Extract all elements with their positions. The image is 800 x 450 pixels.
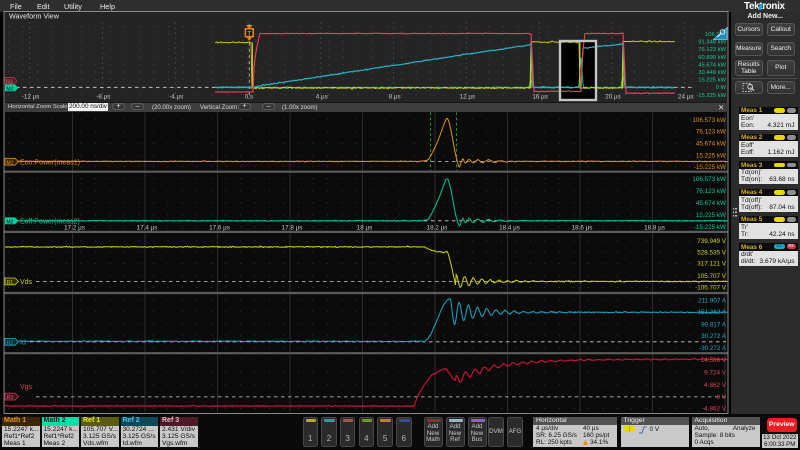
svg-text:M2: M2 xyxy=(6,87,13,93)
svg-text:-15.225 kW: -15.225 kW xyxy=(694,164,726,171)
svg-text:76.123 kW: 76.123 kW xyxy=(696,128,726,135)
svg-text:M2: M2 xyxy=(7,219,14,225)
svg-text:45.674 kW: 45.674 kW xyxy=(696,141,726,148)
svg-text:14.586 V: 14.586 V xyxy=(701,357,727,364)
svg-text:18.8 µs: 18.8 µs xyxy=(644,225,665,232)
svg-text:317.121 V: 317.121 V xyxy=(697,261,727,268)
svg-text:9.724 V: 9.724 V xyxy=(704,370,727,377)
svg-text:151.362 A: 151.362 A xyxy=(698,309,727,316)
svg-text:17.4 µs: 17.4 µs xyxy=(137,225,158,232)
svg-text:17.6 µs: 17.6 µs xyxy=(209,225,230,232)
svg-text:-4.862 V: -4.862 V xyxy=(702,406,727,413)
svg-text:15.225 kW: 15.225 kW xyxy=(696,212,726,219)
svg-text:18.2 µs: 18.2 µs xyxy=(427,225,448,232)
svg-text:20 µs: 20 µs xyxy=(605,94,621,101)
svg-text:R3: R3 xyxy=(7,395,14,401)
svg-text:45.674 kW: 45.674 kW xyxy=(696,200,726,207)
svg-text:105.707 V: 105.707 V xyxy=(697,273,727,280)
svg-text:15.225 kW: 15.225 kW xyxy=(698,78,726,84)
svg-text:16 µs: 16 µs xyxy=(532,94,548,101)
svg-text:Id: Id xyxy=(20,340,26,347)
svg-text:91.348 kW: 91.348 kW xyxy=(698,40,726,46)
svg-text:-8 µs: -8 µs xyxy=(96,94,110,101)
svg-text:18.4 µs: 18.4 µs xyxy=(499,225,520,232)
svg-text:211.907 A: 211.907 A xyxy=(698,297,727,304)
svg-text:R1: R1 xyxy=(7,280,14,286)
svg-text:Vgs: Vgs xyxy=(20,384,33,391)
svg-text:90.817 A: 90.817 A xyxy=(701,321,727,328)
svg-text:R2: R2 xyxy=(7,340,14,346)
svg-text:-12 µs: -12 µs xyxy=(22,94,40,101)
svg-text:739.949 V: 739.949 V xyxy=(697,238,727,245)
svg-text:76.123 kW: 76.123 kW xyxy=(698,47,726,53)
svg-text:Waveform View: Waveform View xyxy=(9,12,60,21)
svg-text:0 s: 0 s xyxy=(245,94,253,101)
svg-text:8 µs: 8 µs xyxy=(389,94,401,101)
svg-text:17.8 µs: 17.8 µs xyxy=(282,225,303,232)
svg-text:45.674 kW: 45.674 kW xyxy=(698,62,726,68)
svg-text:M1: M1 xyxy=(7,160,14,166)
svg-text:528.535 V: 528.535 V xyxy=(697,249,727,256)
svg-text:Vds: Vds xyxy=(20,279,33,286)
svg-text:0 V: 0 V xyxy=(717,394,727,401)
svg-text:-15.225 kW: -15.225 kW xyxy=(696,93,726,99)
svg-text:30.449 kW: 30.449 kW xyxy=(698,70,726,76)
svg-text:-30.272 A: -30.272 A xyxy=(699,345,727,352)
svg-text:15.225 kW: 15.225 kW xyxy=(696,153,726,160)
svg-text:76.123 kW: 76.123 kW xyxy=(696,188,726,195)
svg-text:-4 µs: -4 µs xyxy=(169,94,183,101)
svg-text:106.573 kW: 106.573 kW xyxy=(692,176,726,183)
svg-text:-105.707 V: -105.707 V xyxy=(695,285,727,292)
svg-text:T: T xyxy=(247,30,251,37)
svg-text:12 µs: 12 µs xyxy=(460,94,476,101)
svg-text:106.573 kW: 106.573 kW xyxy=(692,117,726,124)
svg-text:4.862 V: 4.862 V xyxy=(704,382,727,389)
svg-text:Eoff:Power(meas2): Eoff:Power(meas2) xyxy=(20,219,80,226)
svg-text:60.899 kW: 60.899 kW xyxy=(698,55,726,61)
svg-text:R3: R3 xyxy=(6,79,13,85)
svg-text:30.272 A: 30.272 A xyxy=(701,333,727,340)
svg-text:Eon:Power(meas1): Eon:Power(meas1) xyxy=(20,160,80,167)
svg-text:-15.225 kW: -15.225 kW xyxy=(694,224,726,231)
svg-text:24 µs: 24 µs xyxy=(678,94,694,101)
svg-text:18 µs: 18 µs xyxy=(357,225,373,232)
svg-text:0 W: 0 W xyxy=(716,85,727,91)
svg-text:4 µs: 4 µs xyxy=(316,94,328,101)
svg-text:18.6 µs: 18.6 µs xyxy=(572,225,593,232)
